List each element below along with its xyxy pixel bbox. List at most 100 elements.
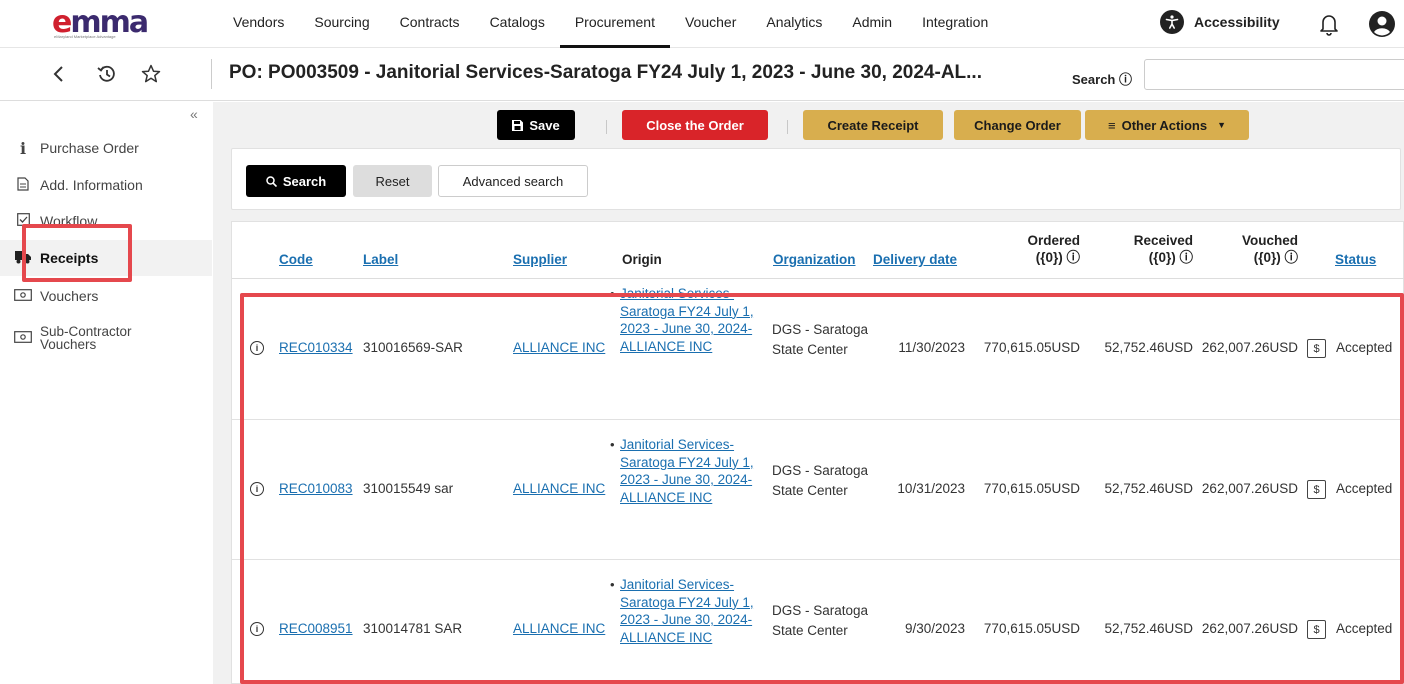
- supplier-link[interactable]: ALLIANCE INC: [513, 340, 605, 355]
- truck-icon: [14, 250, 32, 267]
- info-icon[interactable]: i: [250, 341, 264, 355]
- column-header-code[interactable]: Code: [279, 252, 313, 267]
- dollar-icon[interactable]: $: [1307, 480, 1326, 499]
- nav-voucher[interactable]: Voucher: [670, 0, 751, 48]
- column-header-delivery-date[interactable]: Delivery date: [873, 252, 957, 267]
- menu-icon: ≡: [1108, 117, 1116, 133]
- toolbar-divider: [606, 120, 607, 134]
- received-amount: 52,752.46USD: [1104, 621, 1193, 636]
- accessibility-icon: [1160, 10, 1184, 34]
- info-icon: i: [19, 138, 27, 158]
- sidebar-item-sub-contractor-vouchers[interactable]: Sub-Contractor Vouchers: [0, 320, 212, 356]
- ordered-amount: 770,615.05USD: [983, 621, 1080, 636]
- origin-link[interactable]: Janitorial Services-Saratoga FY24 July 1…: [620, 285, 756, 355]
- sidebar-item-vouchers[interactable]: Vouchers: [0, 278, 212, 314]
- page-header: PO: PO003509 - Janitorial Services-Sarat…: [0, 49, 1404, 101]
- column-header-supplier[interactable]: Supplier: [513, 252, 567, 267]
- nav-procurement[interactable]: Procurement: [559, 0, 671, 48]
- column-header-status[interactable]: Status: [1335, 252, 1376, 267]
- nav-analytics[interactable]: Analytics: [751, 0, 837, 48]
- top-navigation: emma eMaryland Marketplace Advantage Ven…: [0, 0, 1404, 48]
- dollar-icon[interactable]: $: [1307, 620, 1326, 639]
- receipt-code-link[interactable]: REC010083: [279, 481, 353, 496]
- sidebar-item-receipts[interactable]: Receipts: [0, 240, 212, 276]
- nav-catalogs[interactable]: Catalogs: [475, 0, 560, 48]
- header-divider: [211, 59, 212, 89]
- received-amount: 52,752.46USD: [1104, 481, 1193, 496]
- vouched-amount: 262,007.26USD: [1201, 340, 1298, 355]
- table-row: i REC008951 310014781 SAR ALLIANCE INC •…: [232, 560, 1404, 684]
- status-text: Accepted: [1336, 621, 1393, 636]
- receipt-code-link[interactable]: REC008951: [279, 621, 353, 636]
- table-row: i REC010083 310015549 sar ALLIANCE INC •…: [232, 420, 1404, 560]
- money-icon: [14, 288, 32, 304]
- status-text: Accepted: [1336, 481, 1393, 496]
- close-order-button[interactable]: Close the Order: [622, 110, 768, 140]
- received-amount: 52,752.46USD: [1104, 340, 1193, 355]
- column-header-origin: Origin: [622, 252, 662, 267]
- origin-link[interactable]: Janitorial Services-Saratoga FY24 July 1…: [620, 436, 756, 506]
- save-button[interactable]: Save: [497, 110, 575, 140]
- toolbar-divider: [787, 120, 788, 134]
- change-order-button[interactable]: Change Order: [954, 110, 1081, 140]
- receipt-label: 310015549 sar: [363, 481, 454, 496]
- user-avatar-icon[interactable]: [1368, 10, 1396, 38]
- accessibility-label: Accessibility: [1194, 14, 1280, 30]
- nav-sourcing[interactable]: Sourcing: [299, 0, 384, 48]
- sidebar-item-purchase-order[interactable]: i Purchase Order: [0, 130, 212, 166]
- sidebar-item-add-information[interactable]: Add. Information: [0, 167, 212, 203]
- receipt-code-link[interactable]: REC010334: [279, 340, 353, 355]
- column-header-organization[interactable]: Organization: [773, 252, 856, 267]
- column-header-ordered: Ordered ({0}) ⓘ: [1027, 233, 1080, 265]
- dollar-icon[interactable]: $: [1307, 339, 1326, 358]
- back-icon[interactable]: [52, 63, 66, 90]
- bullet: •: [610, 437, 615, 452]
- column-header-label[interactable]: Label: [363, 252, 398, 267]
- emma-logo[interactable]: emma eMaryland Marketplace Advantage: [52, 8, 168, 40]
- star-icon[interactable]: [140, 63, 162, 90]
- receipts-table: Code Label Supplier Origin Organization …: [231, 221, 1404, 684]
- ordered-amount: 770,615.05USD: [983, 340, 1080, 355]
- history-icon[interactable]: [96, 63, 118, 90]
- column-header-received: Received ({0}) ⓘ: [1133, 233, 1193, 265]
- bell-icon[interactable]: [1318, 12, 1340, 36]
- nav-integration[interactable]: Integration: [907, 0, 1003, 48]
- bullet: •: [610, 286, 615, 301]
- create-receipt-button[interactable]: Create Receipt: [803, 110, 943, 140]
- column-header-vouched: Vouched ({0}) ⓘ: [1241, 233, 1298, 265]
- table-row: i REC010334 310016569-SAR ALLIANCE INC •…: [232, 280, 1404, 420]
- caret-down-icon: ▼: [1217, 120, 1226, 130]
- reset-button[interactable]: Reset: [353, 165, 432, 197]
- nav-admin[interactable]: Admin: [837, 0, 907, 48]
- document-icon: [14, 176, 32, 194]
- organization-text: DGS - Saratoga State Center: [772, 463, 869, 498]
- supplier-link[interactable]: ALLIANCE INC: [513, 481, 605, 496]
- receipt-label: 310016569-SAR: [363, 340, 463, 355]
- main-content: Save Close the Order Create Receipt Chan…: [213, 102, 1404, 684]
- organization-text: DGS - Saratoga State Center: [772, 322, 869, 357]
- collapse-sidebar-icon[interactable]: «: [190, 106, 198, 122]
- sidebar: « i Purchase Order Add. Information Work…: [0, 102, 212, 684]
- main-menu: Vendors Sourcing Contracts Catalogs Proc…: [218, 0, 1003, 48]
- money-icon: [14, 330, 32, 346]
- nav-vendors[interactable]: Vendors: [218, 0, 299, 48]
- delivery-date: 9/30/2023: [904, 621, 965, 636]
- action-toolbar: Save Close the Order Create Receipt Chan…: [213, 102, 1404, 148]
- origin-link[interactable]: Janitorial Services-Saratoga FY24 July 1…: [620, 576, 756, 646]
- advanced-search-button[interactable]: Advanced search: [438, 165, 588, 197]
- search-label: Search ⓘ: [1072, 72, 1132, 87]
- checkbox-icon: [14, 213, 32, 229]
- delivery-date: 10/31/2023: [897, 481, 965, 496]
- ordered-amount: 770,615.05USD: [983, 481, 1080, 496]
- info-icon[interactable]: i: [250, 482, 264, 496]
- search-input[interactable]: [1144, 59, 1404, 90]
- nav-contracts[interactable]: Contracts: [385, 0, 475, 48]
- accessibility-button[interactable]: Accessibility: [1160, 10, 1280, 34]
- other-actions-dropdown[interactable]: ≡ Other Actions ▼: [1085, 110, 1249, 140]
- status-text: Accepted: [1336, 340, 1393, 355]
- search-icon: [266, 175, 277, 187]
- info-icon[interactable]: i: [250, 622, 264, 636]
- sidebar-item-workflow[interactable]: Workflow: [0, 203, 212, 239]
- supplier-link[interactable]: ALLIANCE INC: [513, 621, 605, 636]
- search-button[interactable]: Search: [246, 165, 346, 197]
